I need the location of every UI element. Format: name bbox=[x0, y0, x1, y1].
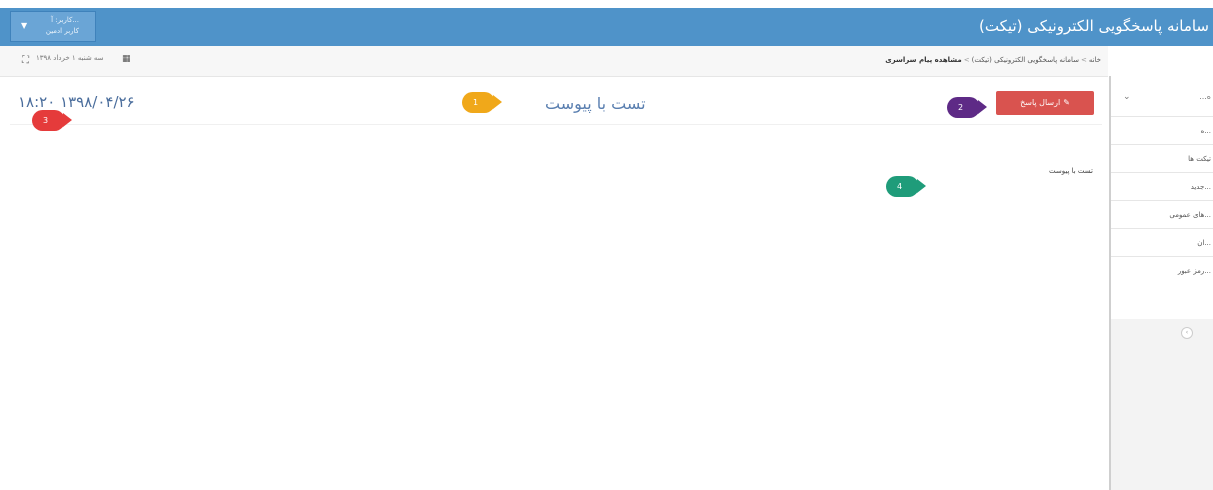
sidebar-item-tickets[interactable]: تیکت ها bbox=[1111, 144, 1213, 172]
breadcrumb-current: مشاهده پیام سراسری bbox=[885, 56, 962, 64]
breadcrumb-section[interactable]: سامانه پاسخگویی الکترونیکی (تیکت) bbox=[972, 56, 1079, 64]
sidebar-item-label[interactable]: ...ه bbox=[1199, 92, 1211, 101]
reply-button-label: ارسال پاسخ bbox=[1020, 98, 1061, 107]
reply-button[interactable]: ✎ارسال پاسخ bbox=[996, 91, 1094, 115]
sidebar-item-password[interactable]: ...رمز عبور bbox=[1111, 256, 1213, 284]
sidebar-footer: ‹ bbox=[1111, 319, 1213, 490]
sidebar-item-public[interactable]: ...های عمومی bbox=[1111, 200, 1213, 228]
callout-badge-2: 2 bbox=[947, 97, 987, 118]
sidebar-item[interactable]: ...ه bbox=[1111, 116, 1213, 144]
chevron-down-icon[interactable]: ⌄ bbox=[1123, 92, 1131, 102]
message-datetime: ۱۸:۲۰ ۱۳۹۸/۰۴/۲۶ bbox=[18, 93, 135, 111]
top-header-bar: سامانه پاسخگویی الکترونیکی (تیکت) کاربر:… bbox=[0, 8, 1213, 46]
divider bbox=[10, 124, 1102, 125]
callout-badge-1: 1 bbox=[462, 92, 502, 113]
user-name-label: کاربر: آ... bbox=[51, 16, 79, 24]
date-label: سه شنبه ۱ خرداد ۱۳۹۸ bbox=[36, 54, 104, 62]
breadcrumb: خانه>سامانه پاسخگویی الکترونیکی (تیکت)>م… bbox=[885, 56, 1101, 64]
sidebar-item-new[interactable]: ...جدید bbox=[1111, 172, 1213, 200]
breadcrumb-home[interactable]: خانه bbox=[1089, 56, 1101, 64]
expand-icon[interactable]: ⛶ bbox=[22, 55, 29, 66]
app-title: سامانه پاسخگویی الکترونیکی (تیکت) bbox=[979, 17, 1209, 35]
callout-badge-3: 3 bbox=[32, 110, 72, 131]
sidebar: ⌄ ...ه ...ه تیکت ها ...جدید ...های عمومی… bbox=[1109, 76, 1213, 490]
message-title: تست با پیوست bbox=[545, 94, 646, 113]
message-body: تست با پیوست bbox=[1048, 167, 1093, 175]
user-role-label: کاربر ادمین bbox=[45, 27, 79, 35]
reply-icon: ✎ bbox=[1063, 98, 1070, 107]
calendar-icon: ▦ bbox=[122, 54, 131, 64]
user-menu-button[interactable]: کاربر: آ... کاربر ادمین ▼ bbox=[10, 11, 96, 42]
sidebar-item[interactable]: ...ان bbox=[1111, 228, 1213, 256]
chevron-down-icon: ▼ bbox=[21, 21, 28, 30]
collapse-icon[interactable]: ‹ bbox=[1181, 327, 1193, 339]
callout-badge-4: 4 bbox=[886, 176, 926, 197]
